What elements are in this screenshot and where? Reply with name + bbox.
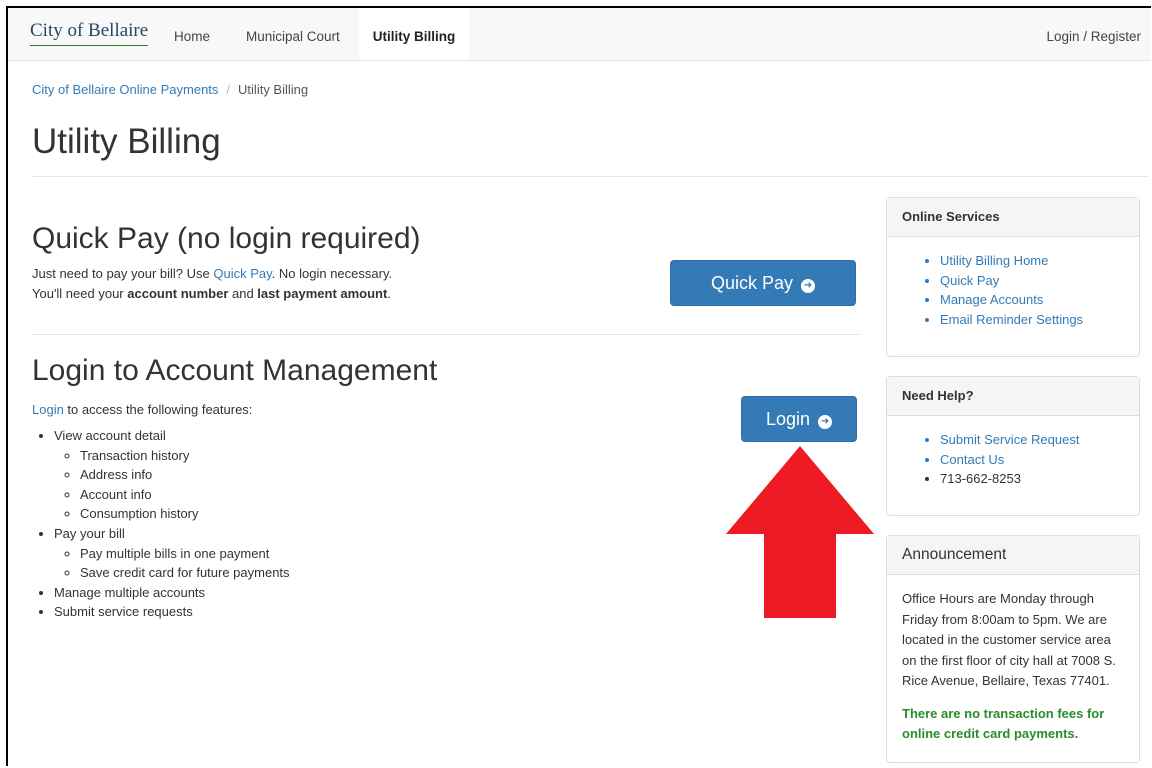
list-item: Pay multiple bills in one payment <box>80 544 290 564</box>
list-item: Consumption history <box>80 504 290 524</box>
divider <box>32 334 860 335</box>
list-item: Save credit card for future payments <box>80 563 290 583</box>
circle-arrow-right-icon: ➜ <box>801 279 816 293</box>
list-item: View account detail Transaction history … <box>54 426 290 524</box>
announcement-title: Announcement <box>887 536 1139 575</box>
list-item: Account info <box>80 485 290 505</box>
list-item: Submit service requests <box>54 602 290 622</box>
last-payment-amount-text: last payment amount <box>257 286 388 301</box>
nav-utility-billing[interactable]: Utility Billing <box>359 8 469 60</box>
link-manage-accounts[interactable]: Manage Accounts <box>940 290 1139 310</box>
login-section-heading: Login to Account Management <box>32 354 438 387</box>
quick-pay-description: Just need to pay your bill? Use Quick Pa… <box>32 264 392 304</box>
circle-arrow-right-icon: ➜ <box>818 415 833 429</box>
link-quick-pay[interactable]: Quick Pay <box>940 271 1139 291</box>
list-item: Pay your bill Pay multiple bills in one … <box>54 524 290 583</box>
browser-frame: City of Bellaire Home Municipal Court Ut… <box>6 6 1151 766</box>
quick-pay-link[interactable]: Quick Pay <box>213 266 271 281</box>
link-email-reminder-settings[interactable]: Email Reminder Settings <box>940 310 1139 330</box>
breadcrumb-root[interactable]: City of Bellaire Online Payments <box>32 82 218 97</box>
phone-number: 713-662-8253 <box>940 469 1139 489</box>
quick-pay-button[interactable]: Quick Pay ➜ <box>670 260 856 306</box>
brand-logo[interactable]: City of Bellaire <box>30 20 149 46</box>
announcement-panel: Announcement Office Hours are Monday thr… <box>886 535 1140 763</box>
online-services-panel: Online Services Utility Billing Home Qui… <box>886 197 1140 357</box>
login-button[interactable]: Login ➜ <box>741 396 857 442</box>
page-title: Utility Billing <box>32 122 221 161</box>
link-contact-us[interactable]: Contact Us <box>940 450 1139 470</box>
navbar: City of Bellaire Home Municipal Court Ut… <box>8 8 1151 61</box>
breadcrumb-current: Utility Billing <box>238 82 309 97</box>
nav-login-register[interactable]: Login / Register <box>1046 8 1141 60</box>
nav-municipal-court[interactable]: Municipal Court <box>246 8 340 60</box>
nav-home[interactable]: Home <box>174 8 210 60</box>
account-number-text: account number <box>127 286 229 301</box>
breadcrumb-separator: / <box>226 82 231 97</box>
list-item: Address info <box>80 465 290 485</box>
list-item: Manage multiple accounts <box>54 583 290 603</box>
need-help-title: Need Help? <box>887 377 1139 416</box>
link-utility-billing-home[interactable]: Utility Billing Home <box>940 251 1139 271</box>
announcement-note: There are no transaction fees for online… <box>902 705 1105 741</box>
online-services-title: Online Services <box>887 198 1139 237</box>
quick-pay-line-2: You'll need your account number and last… <box>32 286 391 301</box>
need-help-panel: Need Help? Submit Service Request Contac… <box>886 376 1140 516</box>
quick-pay-heading: Quick Pay (no login required) <box>32 222 421 255</box>
feature-list: View account detail Transaction history … <box>32 426 290 622</box>
announcement-text: Office Hours are Monday through Friday f… <box>902 591 1116 688</box>
list-item: Transaction history <box>80 446 290 466</box>
quick-pay-line-1: Just need to pay your bill? Use Quick Pa… <box>32 266 393 281</box>
login-link[interactable]: Login <box>32 402 64 417</box>
red-arrow-up-icon <box>726 446 874 618</box>
breadcrumb: City of Bellaire Online Payments / Utility… <box>32 82 308 97</box>
link-submit-service-request[interactable]: Submit Service Request <box>940 430 1139 450</box>
divider <box>32 176 1148 177</box>
login-intro: Login to access the following features: <box>32 402 253 417</box>
